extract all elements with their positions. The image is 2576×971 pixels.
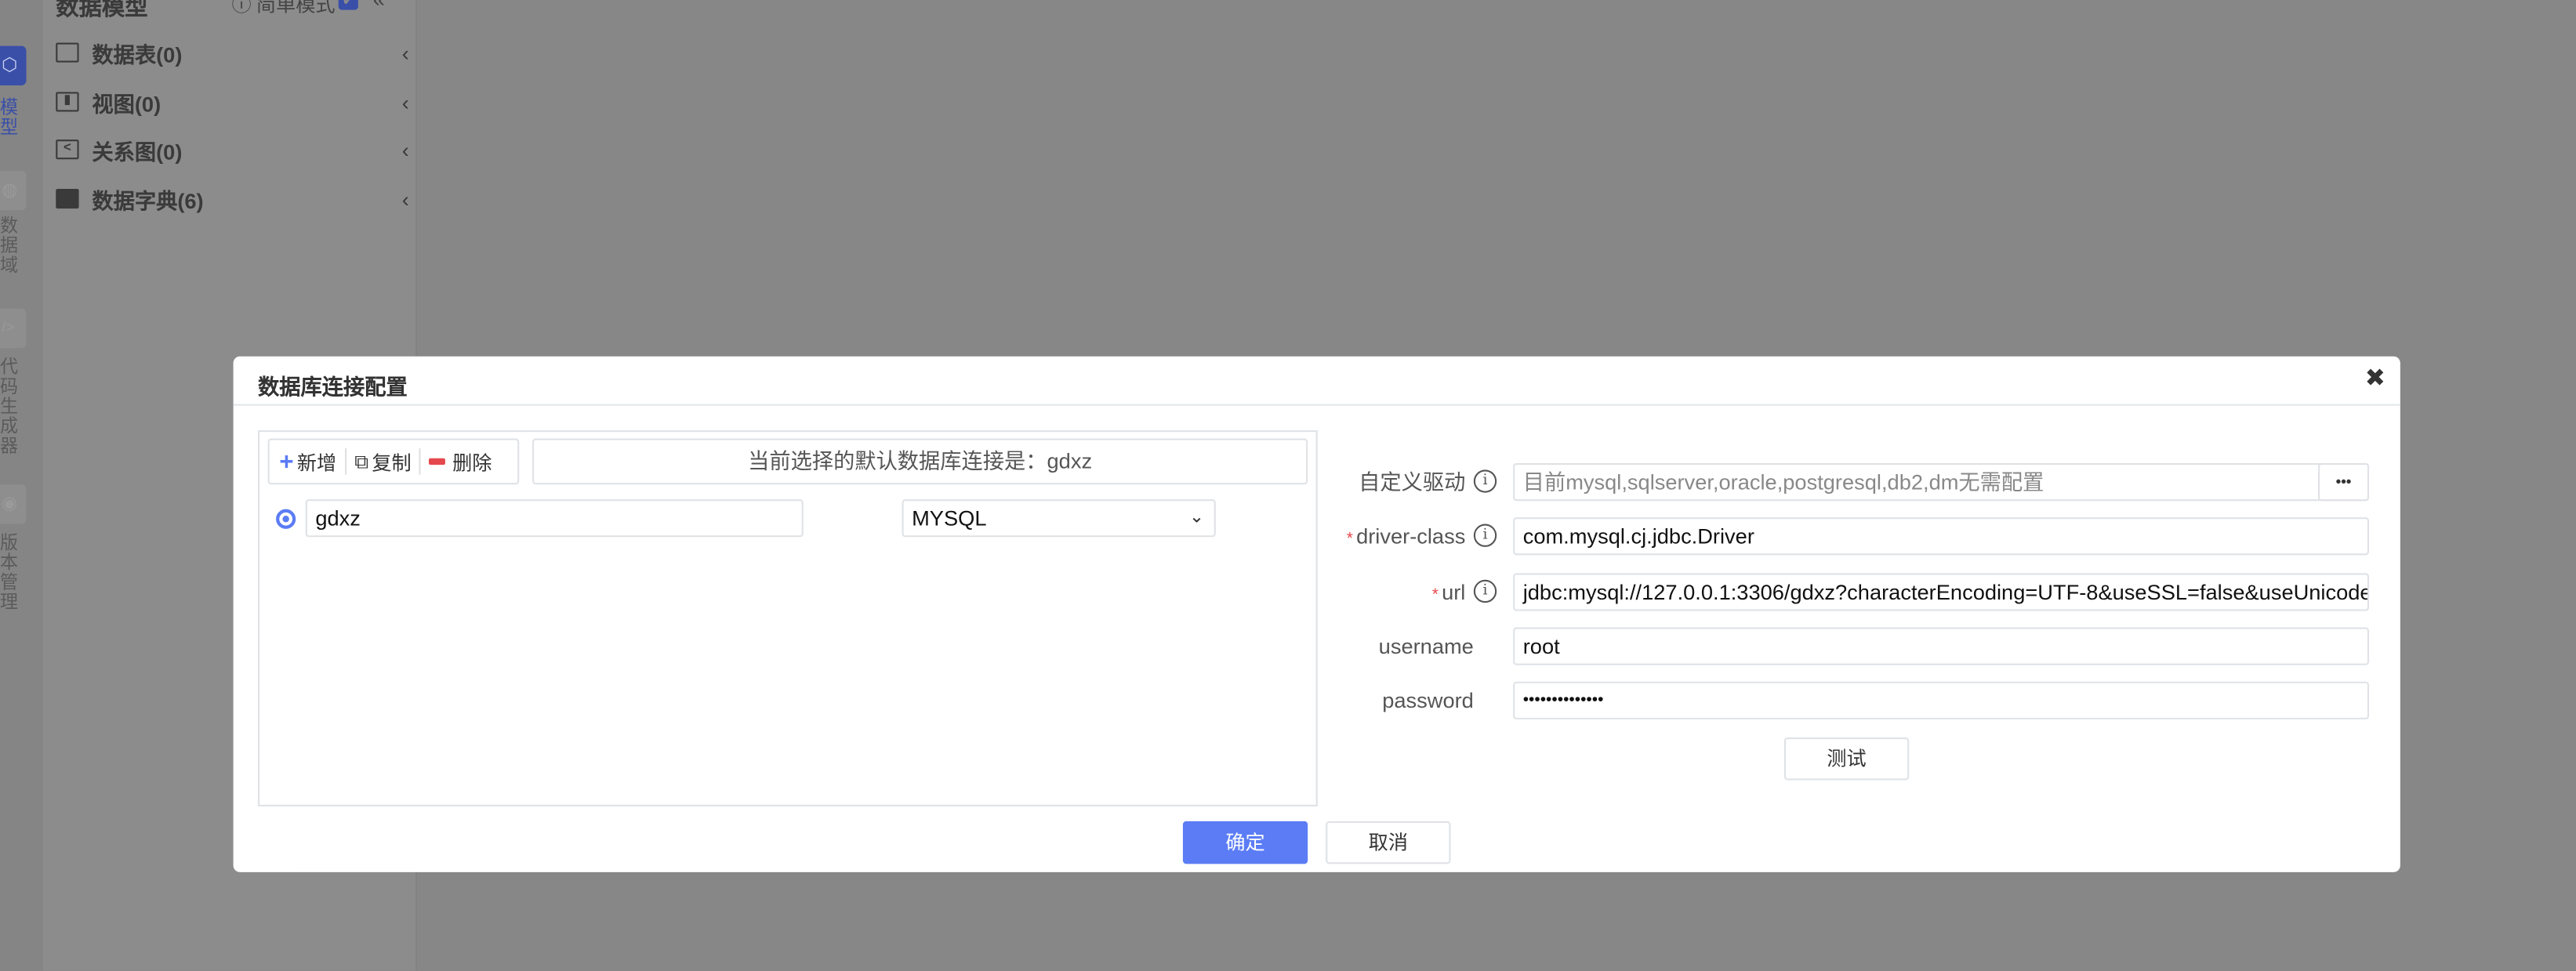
current-default-connection: 当前选择的默认数据库连接是：gdxz (532, 438, 1308, 485)
plus-icon: + (279, 447, 294, 476)
url-label: * url (1235, 573, 1466, 610)
cube-icon: ⬡ (2, 56, 18, 76)
db-type-select[interactable]: MYSQL ⌄ (902, 499, 1216, 538)
connection-list-panel: + 新增 ⧉ 复制 删除 当前选择的默认数据库连接是：gdxz gdxz MYSQL… (258, 430, 1318, 806)
username-label: username (1378, 633, 1474, 659)
divider (233, 404, 2400, 406)
sidebar-item-label: 关系图(0) (92, 139, 183, 164)
chevron-left-icon: ‹ (401, 136, 409, 162)
required-asterisk: * (1346, 530, 1353, 549)
url-input[interactable]: jdbc:mysql://127.0.0.1:3306/gdxz?charact… (1513, 573, 2369, 611)
sidebar-title: 数据模型 (56, 0, 148, 20)
minus-icon (429, 458, 446, 466)
custom-driver-input[interactable]: 目前mysql,sqlserver,oracle,postgresql,db2,… (1513, 462, 2369, 502)
collapse-sidebar-icon[interactable]: « (373, 0, 385, 12)
simple-mode-label: 简单模式 (256, 0, 336, 16)
code-icon: /> (2, 318, 15, 335)
delete-button[interactable]: 删除 (429, 447, 492, 476)
delete-label: 删除 (452, 451, 492, 474)
password-label: password (1382, 688, 1474, 713)
driver-class-label: * driver-class (1235, 517, 1466, 555)
table-icon (56, 42, 79, 63)
version-icon: ◉ (2, 494, 18, 514)
relation-graph-icon: < (56, 139, 79, 160)
copy-icon: ⧉ (354, 449, 369, 473)
divider (344, 448, 346, 475)
nav-domain-label[interactable]: 数据域 (0, 217, 20, 276)
nav-model-label[interactable]: 模型 (0, 99, 20, 138)
connection-name-input[interactable]: gdxz (305, 499, 804, 538)
default-connection-radio[interactable] (276, 509, 296, 529)
username-input[interactable]: root (1513, 627, 2369, 665)
sidebar-item-dictionary[interactable]: 数据字典(6) ‹ (56, 181, 409, 217)
copy-label: 复制 (372, 451, 412, 474)
nav-domain-button[interactable]: ◍ (0, 170, 27, 211)
db-type-value: MYSQL (912, 505, 987, 531)
mode-info-icon: ⓘ (231, 0, 252, 16)
connection-toolbar: + 新增 ⧉ 复制 删除 (267, 438, 520, 485)
driver-class-label-text: driver-class (1356, 524, 1466, 549)
nav-version-label[interactable]: 版本管理 (0, 534, 20, 613)
divider (419, 448, 422, 475)
test-connection-button[interactable]: 测试 (1783, 737, 1910, 781)
sidebar-item-relations[interactable]: < 关系图(0) ‹ (56, 132, 409, 168)
chart-view-icon: ▮ (56, 92, 79, 112)
driver-class-input[interactable]: com.mysql.cj.jdbc.Driver (1513, 517, 2369, 556)
chevron-left-icon: ‹ (401, 40, 409, 65)
db-connection-dialog: 数据库连接配置 ✖ + 新增 ⧉ 复制 删除 当前选择的默认数据库连接是：gdxz … (233, 356, 2400, 872)
url-label-text: url (1442, 579, 1466, 605)
info-icon[interactable]: i (1473, 524, 1497, 547)
add-label: 新增 (296, 451, 337, 474)
nav-codegen-label[interactable]: 代码生成器 (0, 358, 20, 457)
add-button[interactable]: + 新增 (279, 447, 336, 476)
sidebar-item-label: 数据表(0) (92, 42, 183, 67)
icon-bar: ⬡ 模型 ◍ 数据域 /> 代码生成器 ◉ 版本管理 (0, 0, 40, 971)
required-asterisk: * (1431, 586, 1439, 605)
dialog-title: 数据库连接配置 (258, 374, 408, 400)
book-icon (56, 189, 79, 209)
chevron-left-icon: ‹ (401, 89, 409, 114)
nav-codegen-button[interactable]: /> (0, 308, 27, 349)
password-input[interactable]: •••••••••••••• (1513, 681, 2369, 719)
cancel-button[interactable]: 取消 (1326, 821, 1451, 864)
copy-button[interactable]: ⧉ 复制 (354, 447, 411, 476)
simple-mode-checkbox[interactable]: ✔ (338, 0, 358, 10)
sidebar-item-views[interactable]: ▮ 视图(0) ‹ (56, 84, 409, 120)
chevron-left-icon: ‹ (401, 186, 409, 212)
globe-icon: ◍ (2, 180, 18, 201)
close-icon[interactable]: ✖ (2365, 363, 2386, 393)
browse-driver-button[interactable]: ••• (2318, 462, 2369, 502)
sidebar-item-tables[interactable]: 数据表(0) ‹ (56, 34, 409, 71)
info-icon[interactable]: i (1473, 579, 1497, 603)
nav-model-button[interactable]: ⬡ (0, 45, 27, 85)
custom-driver-label: 自定义驱动 (1359, 469, 1466, 495)
chevron-down-icon: ⌄ (1188, 507, 1205, 527)
info-icon[interactable]: i (1473, 469, 1497, 493)
sidebar-item-label: 视图(0) (92, 91, 161, 116)
confirm-button[interactable]: 确定 (1182, 821, 1308, 864)
sidebar-item-label: 数据字典(6) (92, 187, 204, 213)
nav-version-button[interactable]: ◉ (0, 484, 27, 524)
